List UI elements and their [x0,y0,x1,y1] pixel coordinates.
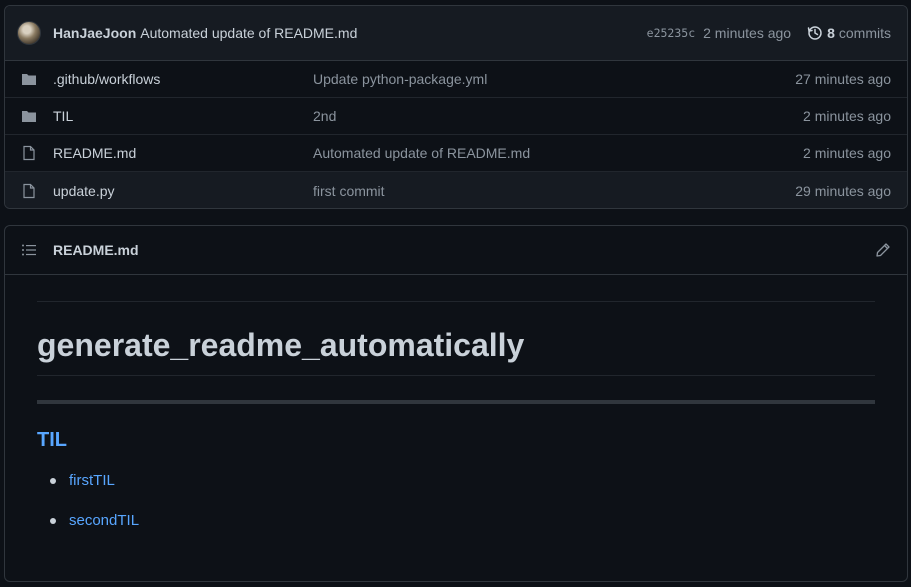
divider [37,301,875,302]
avatar[interactable] [17,21,41,45]
commit-author[interactable]: HanJaeJoon [53,25,136,41]
file-commit-message[interactable]: 2nd [313,108,803,124]
commits-count: 8 [827,25,835,41]
file-commit-message[interactable]: Update python-package.yml [313,71,795,87]
edit-readme-button[interactable] [875,242,891,258]
file-commit-message[interactable]: Automated update of README.md [313,145,803,161]
readme-title[interactable]: README.md [53,242,139,258]
file-browser: HanJaeJoon Automated update of README.md… [4,5,908,209]
readme-header: README.md [5,226,907,275]
file-commit-time: 29 minutes ago [795,182,891,199]
history-icon [807,26,822,40]
commits-history-link[interactable]: 8 commits [807,25,891,41]
file-row[interactable]: TIL 2nd 2 minutes ago [5,98,907,135]
file-commit-time: 2 minutes ago [803,108,891,124]
file-name[interactable]: .github/workflows [53,71,313,87]
commits-label: commits [838,25,891,41]
commit-sha[interactable]: e25235c [647,26,695,40]
til-list: firstTIL secondTIL [37,469,139,549]
til-link-first[interactable]: firstTIL [69,472,115,489]
horizontal-rule [37,400,875,404]
latest-commit-bar: HanJaeJoon Automated update of README.md… [5,6,907,61]
readme-panel: README.md generate_readme_automatically … [4,225,908,582]
til-link-second[interactable]: secondTIL [69,512,139,529]
file-row[interactable]: .github/workflows Update python-package.… [5,61,907,98]
file-commit-time: 2 minutes ago [803,145,891,161]
file-name[interactable]: TIL [53,108,313,124]
list-item: firstTIL [37,469,139,509]
file-row[interactable]: update.py first commit 29 minutes ago [5,172,907,208]
commit-message[interactable]: Automated update of README.md [140,25,357,41]
commit-meta: e25235c 2 minutes ago 8 commits [647,25,891,41]
til-section-heading-link[interactable]: TIL [37,429,67,452]
readme-heading: generate_readme_automatically [37,327,525,363]
file-name[interactable]: update.py [53,183,313,199]
commit-time: 2 minutes ago [703,25,792,41]
list-unordered-icon[interactable] [21,242,37,258]
heading-underline [37,375,875,376]
file-commit-time: 27 minutes ago [795,71,891,87]
folder-icon [21,71,37,87]
file-icon [21,145,37,161]
file-icon [21,183,37,199]
file-row[interactable]: README.md Automated update of README.md … [5,135,907,172]
file-name[interactable]: README.md [53,145,313,161]
folder-icon [21,108,37,124]
file-commit-message[interactable]: first commit [313,183,795,199]
list-item: secondTIL [37,509,139,549]
pencil-icon [876,243,890,257]
